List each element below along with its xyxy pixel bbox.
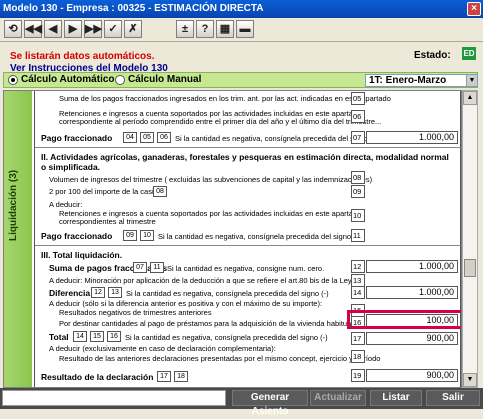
manual-calc-label[interactable]: Cálculo Manual (128, 74, 201, 85)
box-19: 19 (351, 369, 365, 382)
deducir3-label: A deducir (exclusivamente en caso de dec… (49, 344, 276, 353)
ref-17: 17 (157, 371, 171, 382)
box-07: 07 (351, 131, 365, 144)
box-06: 06 (351, 110, 365, 123)
ref-13: 13 (108, 287, 122, 298)
accept-icon[interactable]: ✓ (104, 20, 122, 38)
box-18: 18 (351, 350, 365, 363)
deducir2-label: A deducir (sólo si la diferencia anterio… (49, 299, 323, 308)
ref-08: 08 (153, 186, 167, 197)
ref-11: 11 (150, 262, 164, 273)
vertical-scrollbar[interactable]: ▲ ▼ (462, 90, 478, 388)
first-record-icon[interactable]: ◀◀ (24, 20, 42, 38)
row18-text: Resultado de las anteriores declaracione… (59, 354, 381, 363)
generar-asiento-button[interactable]: Generar Asiento (232, 390, 308, 417)
row15-text: Resultados negativos de trimestres anter… (59, 308, 212, 317)
help-icon[interactable]: ? (196, 20, 214, 38)
amount-12[interactable]: 1.000,00 (366, 260, 458, 273)
auto-calc-label[interactable]: Cálculo Automático (21, 74, 115, 85)
plus-minus-icon[interactable]: ± (176, 20, 194, 38)
row10-text2: correspondientes al trimestre (59, 217, 156, 226)
box-09: 09 (351, 185, 365, 198)
calculator-icon[interactable]: ▦ (216, 20, 234, 38)
ref-07: 07 (133, 262, 147, 273)
box-08: 08 (351, 171, 365, 184)
ref-09: 09 (123, 230, 137, 241)
listar-button[interactable]: Listar (370, 390, 422, 406)
scroll-thumb[interactable] (464, 259, 476, 277)
previous-record-icon[interactable]: ◀ (44, 20, 62, 38)
pago-note: Si la cantidad es negativa, consígnela p… (175, 134, 378, 143)
ref-14: 14 (73, 331, 87, 342)
form-area: Suma de los pagos fraccionados ingresado… (34, 91, 461, 387)
window-title: Modelo 130 - Empresa : 00325 - ESTIMACIÓ… (3, 3, 264, 14)
refresh-icon[interactable]: ⟲ (4, 20, 22, 38)
bottom-action-bar: Generar Asiento Actualizar Listar Salir (0, 388, 483, 417)
box-10: 10 (351, 209, 365, 222)
automatic-data-notice: Se listarán datos automáticos. (10, 51, 155, 62)
auto-calc-radio[interactable] (8, 75, 18, 85)
row16-text: Por destinar cantidades al pago de prést… (59, 319, 353, 328)
box-12: 12 (351, 260, 365, 273)
total-note: Si la cantidad es negativa, consígnela p… (125, 333, 328, 342)
total-label: Total (49, 332, 69, 342)
close-window-button[interactable]: × (467, 2, 481, 16)
cancel-icon[interactable]: ✗ (124, 20, 142, 38)
ref-04: 04 (123, 132, 137, 143)
diferencia-note: Si la cantidad es negativa, consígnela p… (126, 289, 329, 298)
box-17: 17 (351, 332, 365, 345)
amount-07[interactable]: 1.000,00 (366, 131, 458, 144)
ref-15: 15 (90, 331, 104, 342)
manual-calc-radio[interactable] (115, 75, 125, 85)
toolbar: ⟲ ◀◀ ◀ ▶ ▶▶ ✓ ✗ ± ? ▦ ▬ (0, 18, 483, 42)
pago-fraccionado-label-2: Pago fraccionado (41, 231, 113, 241)
actualizar-button[interactable]: Actualizar (310, 390, 366, 406)
highlight-box (347, 310, 461, 329)
ref-18: 18 (174, 371, 188, 382)
salir-button[interactable]: Salir (426, 390, 480, 406)
pago-fraccionado-label: Pago fraccionado (41, 133, 113, 143)
ref-10: 10 (140, 230, 154, 241)
amount-17[interactable]: 900,00 (366, 332, 458, 345)
resultado-label: Resultado de la declaración (41, 372, 154, 382)
divider (35, 147, 461, 148)
deducir-label: A deducir: (49, 200, 83, 209)
section2-title2: o simplificada. (41, 162, 101, 172)
ref-06: 06 (157, 132, 171, 143)
scroll-down-icon[interactable]: ▼ (463, 373, 477, 387)
estado-label: Estado: (414, 50, 451, 61)
pago-note-2: Si la cantidad es negativa, consígnela p… (158, 232, 361, 241)
section2-title1: II. Actividades agrícolas, ganaderas, fo… (41, 152, 449, 162)
ref-12: 12 (91, 287, 105, 298)
row13-text: A deducir: Minoración por aplicación de … (49, 276, 360, 285)
suma-note: Si la cantidad es negativa, consigne num… (167, 264, 325, 273)
window-title-bar: Modelo 130 - Empresa : 00325 - ESTIMACIÓ… (0, 0, 483, 18)
divider (35, 245, 461, 246)
calculation-mode-bar: Cálculo Automático Cálculo Manual 1T: En… (3, 72, 478, 88)
period-select[interactable]: 1T: Enero-Marzo (365, 74, 468, 87)
row08-text: Volumen de ingresos del trimestre ( excl… (49, 175, 373, 184)
box-14: 14 (351, 286, 365, 299)
section3-title: III. Total liquidación. (41, 250, 123, 260)
diferencia-label: Diferencia (49, 288, 91, 298)
ref-16: 16 (107, 331, 121, 342)
amount-19[interactable]: 900,00 (366, 369, 458, 382)
side-label: Liquidación (3) (8, 169, 19, 241)
scroll-up-icon[interactable]: ▲ (463, 91, 477, 105)
estado-badge: ED (462, 47, 476, 60)
minimize-icon[interactable]: ▬ (236, 20, 254, 38)
last-record-icon[interactable]: ▶▶ (84, 20, 102, 38)
liquidation-form-panel: Liquidación (3) Suma de los pagos fracci… (3, 90, 462, 388)
row05-text: Suma de los pagos fraccionados ingresado… (59, 94, 391, 103)
side-bar: Liquidación (3) (4, 91, 32, 387)
row09-text: 2 por 100 del importe de la casilla (49, 187, 162, 196)
status-field (2, 390, 226, 406)
box-05: 05 (351, 92, 365, 105)
amount-14[interactable]: 1.000,00 (366, 286, 458, 299)
row06-text2: correspondiente al período comprendido e… (59, 117, 382, 126)
chevron-down-icon[interactable]: ▼ (466, 74, 478, 87)
ref-05: 05 (140, 132, 154, 143)
next-record-icon[interactable]: ▶ (64, 20, 82, 38)
box-11: 11 (351, 229, 365, 242)
